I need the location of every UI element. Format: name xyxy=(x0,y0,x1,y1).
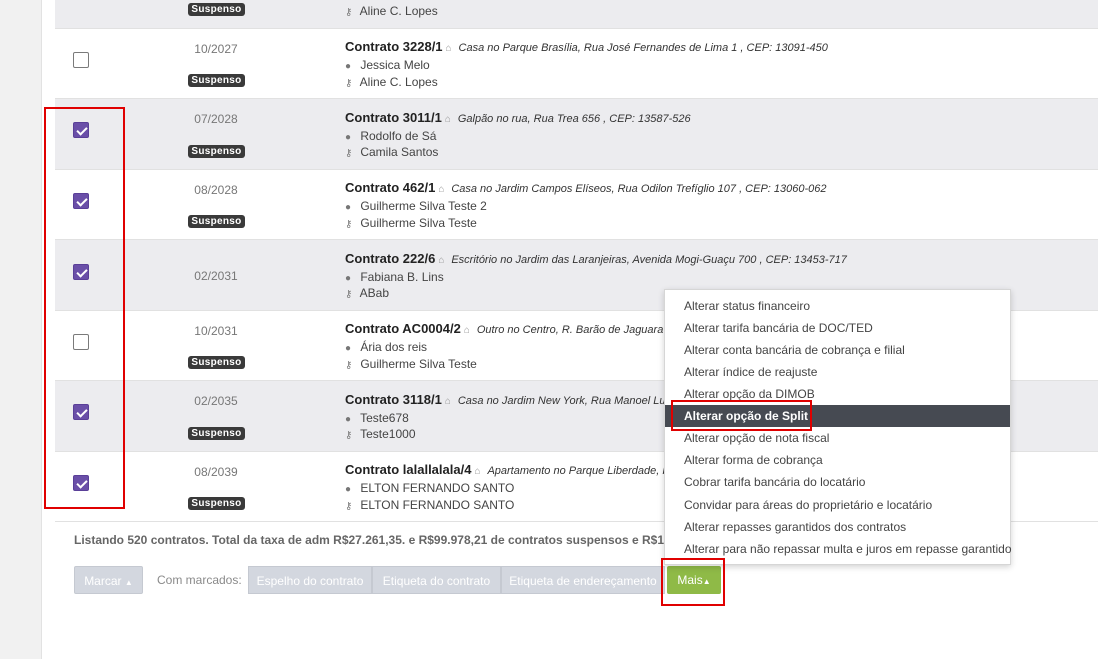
contract-address: Casa no Jardim Campos Elíseos, Rua Odilo… xyxy=(451,183,827,195)
menu-item-alterar-conta-bancaria[interactable]: Alterar conta bancária de cobrança e fil… xyxy=(665,339,1010,361)
owner-line: ⚷ Aline C. Lopes xyxy=(345,75,438,89)
key-icon: ⚷ xyxy=(345,148,353,159)
table-row[interactable]: 07/2028 Suspenso Contrato 3011/1 ⌂ Galpão … xyxy=(55,99,1098,170)
owner-line: ⚷ Guilherme Silva Teste xyxy=(345,357,477,371)
row-date: 02/2031 xyxy=(194,269,238,283)
row-checkbox[interactable] xyxy=(73,52,89,68)
contract-title[interactable]: Contrato lalallalala/4 ⌂ Apartamento no Pa… xyxy=(345,462,676,477)
row-date: 02/2035 xyxy=(194,394,238,408)
menu-item-convidar-areas[interactable]: Convidar para áreas do proprietário e lo… xyxy=(665,494,1010,516)
owner-line: ⚷ Guilherme Silva Teste xyxy=(345,216,477,230)
owner-line: ⚷ Camila Santos xyxy=(345,145,439,159)
summary-text: Listando 520 contratos. Total da taxa de… xyxy=(74,533,718,547)
home-icon: ⌂ xyxy=(444,114,451,125)
highlight-split-option xyxy=(671,400,812,431)
home-icon: ⌂ xyxy=(474,466,481,477)
contract-address: Outro no Centro, R. Barão de Jaguara 64 xyxy=(476,324,679,336)
contract-number[interactable]: Contrato AC0004/2 xyxy=(345,321,461,336)
key-icon: ⚷ xyxy=(345,289,353,300)
menu-item-alterar-tarifa-doc-ted[interactable]: Alterar tarifa bancária de DOC/TED xyxy=(665,317,1010,339)
tenant-line: ● ELTON FERNANDO SANTO xyxy=(345,481,515,495)
tenant-line: ● Rodolfo de Sá xyxy=(345,129,437,143)
contract-number[interactable]: Contrato 3011/1 xyxy=(345,110,442,125)
menu-item-alterar-forma-cobranca[interactable]: Alterar forma de cobrança xyxy=(665,449,1010,471)
menu-item-alterar-repasses-garantidos[interactable]: Alterar repasses garantidos dos contrato… xyxy=(665,516,1010,538)
home-icon: ⌂ xyxy=(463,325,470,336)
contract-number[interactable]: Contrato 3118/1 xyxy=(345,392,442,407)
contract-title[interactable]: Contrato 222/6 ⌂ Escritório no Jardim das … xyxy=(345,251,847,266)
etiqueta-enderecamento-button[interactable]: Etiqueta de endereçamento xyxy=(501,566,665,594)
contract-address: Casa no Parque Brasília, Rua José Fernan… xyxy=(458,42,828,54)
highlight-mais-button xyxy=(661,558,725,606)
home-icon: ⌂ xyxy=(444,396,451,407)
user-icon: ● xyxy=(345,202,352,213)
menu-item-alterar-indice-reajuste[interactable]: Alterar índice de reajuste xyxy=(665,361,1010,383)
row-date: 08/2028 xyxy=(194,183,238,197)
menu-item-alterar-status-financeiro[interactable]: Alterar status financeiro xyxy=(665,295,1010,317)
home-icon: ⌂ xyxy=(438,184,445,195)
home-icon: ⌂ xyxy=(438,255,445,266)
key-icon: ⚷ xyxy=(345,360,353,371)
tenant-line: ● Guilherme Silva Teste 2 xyxy=(345,199,487,213)
menu-item-nao-repassar-multa[interactable]: Alterar para não repassar multa e juros … xyxy=(665,538,1012,560)
tenant-line: ● Fabiana B. Lins xyxy=(345,270,444,284)
contract-title[interactable]: Contrato AC0004/2 ⌂ Outro no Centro, R. Ba… xyxy=(345,321,679,336)
contract-address: Galpão no rua, Rua Trea 656 , CEP: 13587… xyxy=(457,113,691,125)
user-icon: ● xyxy=(345,273,352,284)
status-badge: Suspenso xyxy=(188,3,245,16)
user-icon: ● xyxy=(345,414,352,425)
menu-item-cobrar-tarifa-locatario[interactable]: Cobrar tarifa bancária do locatário xyxy=(665,471,1010,493)
row-date: 10/2027 xyxy=(194,42,238,56)
owner-line: ⚷ ELTON FERNANDO SANTO xyxy=(345,498,515,512)
contract-address: Apartamento no Parque Liberdade, Ru xyxy=(487,465,677,477)
status-badge: Suspenso xyxy=(188,356,245,369)
user-icon: ● xyxy=(345,484,352,495)
status-badge: Suspenso xyxy=(188,74,245,87)
contract-title[interactable]: Contrato 3118/1 ⌂ Casa no Jardim New York,… xyxy=(345,392,674,407)
espelho-contrato-button[interactable]: Espelho do contrato xyxy=(248,566,372,594)
row-date: 08/2039 xyxy=(194,465,238,479)
key-icon: ⚷ xyxy=(345,501,353,512)
highlight-checkboxes xyxy=(44,107,125,509)
contract-number[interactable]: Contrato 222/6 xyxy=(345,251,435,266)
key-icon: ⚷ xyxy=(345,219,353,230)
table-row[interactable]: 10/2027 Suspenso Contrato 3228/1 ⌂ Casa no… xyxy=(55,29,1098,99)
user-icon: ● xyxy=(345,343,352,354)
row-date: 07/2028 xyxy=(194,112,238,126)
user-icon: ● xyxy=(345,132,352,143)
tenant-line: ● Ária dos reis xyxy=(345,340,428,354)
home-icon: ⌂ xyxy=(445,43,452,54)
caret-up-icon: ▲ xyxy=(124,578,133,587)
status-badge: Suspenso xyxy=(188,497,245,510)
table-row[interactable]: 08/2028 Suspenso Contrato 462/1 ⌂ Casa no … xyxy=(55,170,1098,240)
status-badge: Suspenso xyxy=(188,215,245,228)
owner-line: ⚷ Aline C. Lopes xyxy=(345,4,438,18)
user-icon: ● xyxy=(345,61,352,72)
contract-title[interactable]: Contrato 3228/1 ⌂ Casa no Parque Brasília,… xyxy=(345,39,828,54)
marcar-button[interactable]: Marcar ▲ xyxy=(74,566,143,594)
tenant-line: ● Teste678 xyxy=(345,411,409,425)
owner-line: ⚷ Teste1000 xyxy=(345,427,416,441)
contract-address: Casa no Jardim New York, Rua Manoel Luís xyxy=(457,395,675,407)
key-icon: ⚷ xyxy=(345,430,353,441)
contract-number[interactable]: Contrato lalallalala/4 xyxy=(345,462,471,477)
row-date: 10/2031 xyxy=(194,324,238,338)
table-row[interactable]: Suspenso ⚷ Aline C. Lopes xyxy=(55,0,1098,29)
left-gutter xyxy=(0,0,42,659)
status-badge: Suspenso xyxy=(188,145,245,158)
owner-line: ⚷ ABab xyxy=(345,286,390,300)
com-marcados-label: Com marcados: xyxy=(157,573,242,587)
contract-title[interactable]: Contrato 462/1 ⌂ Casa no Jardim Campos Elí… xyxy=(345,180,827,195)
contract-number[interactable]: Contrato 3228/1 xyxy=(345,39,443,54)
key-icon: ⚷ xyxy=(345,7,353,18)
contract-address: Escritório no Jardim das Laranjeiras, Av… xyxy=(451,254,847,266)
tenant-line: ● Jessica Melo xyxy=(345,58,430,72)
etiqueta-contrato-button[interactable]: Etiqueta do contrato xyxy=(372,566,501,594)
contract-title[interactable]: Contrato 3011/1 ⌂ Galpão no rua, Rua Trea … xyxy=(345,110,691,125)
contract-number[interactable]: Contrato 462/1 xyxy=(345,180,435,195)
status-badge: Suspenso xyxy=(188,427,245,440)
key-icon: ⚷ xyxy=(345,78,353,89)
